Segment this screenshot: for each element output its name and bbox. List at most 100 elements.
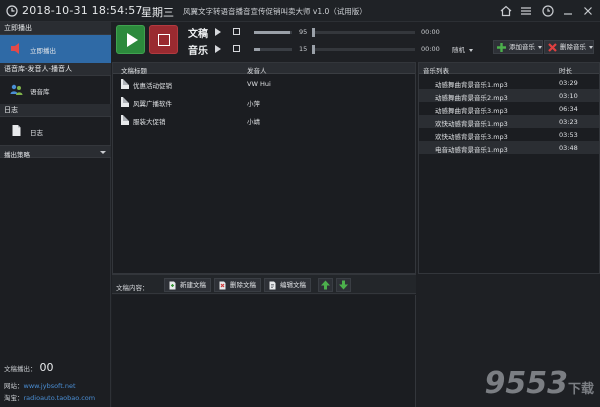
- document-icon: [121, 115, 129, 125]
- speaker-icon: [11, 43, 19, 54]
- script-play-icon[interactable]: [215, 28, 221, 36]
- music-progress-bar[interactable]: [312, 45, 415, 54]
- stop-all-button[interactable]: [149, 25, 178, 54]
- music-duration: 03:29: [559, 79, 578, 87]
- counter-label: 文稿播出：: [4, 365, 37, 373]
- clock-icon: [6, 5, 18, 17]
- main-area: 文稿 95 00:00 音乐 15 00:00 随机 添加音乐 删除音乐 文稿标…: [112, 22, 600, 407]
- sidebar-item-log[interactable]: 日志: [0, 117, 111, 145]
- delete-music-button[interactable]: 删除音乐: [544, 40, 594, 54]
- delete-script-label: 删除文稿: [230, 281, 256, 289]
- music-row[interactable]: 电音动感背景音乐1.mp3 03:48: [419, 141, 599, 154]
- script-progress-bar[interactable]: [312, 28, 415, 37]
- music-list: 音乐列表 时长 动感舞曲背景音乐1.mp3 03:29 动感舞曲背景音乐2.mp…: [418, 62, 600, 274]
- script-row[interactable]: 服装大促销 小靖: [113, 112, 415, 129]
- move-up-button[interactable]: [318, 278, 333, 292]
- music-name: 动感舞曲背景音乐2.mp3: [435, 94, 508, 102]
- document-icon: [121, 79, 129, 89]
- document-icon: [12, 125, 21, 136]
- strategy-select-value: 播出策略: [4, 151, 30, 159]
- music-row[interactable]: 动感舞曲背景音乐3.mp3 06:34: [419, 102, 599, 115]
- add-music-button[interactable]: 添加音乐: [493, 40, 543, 54]
- music-duration: 03:23: [559, 118, 578, 126]
- website-label: 网站：: [4, 382, 24, 390]
- chevron-down-icon: [589, 45, 593, 49]
- script-progress-knob[interactable]: [312, 28, 315, 37]
- script-content-editor[interactable]: [112, 295, 416, 407]
- sidebar-item-library[interactable]: 语音库: [0, 76, 111, 104]
- taobao-label: 淘宝：: [4, 394, 24, 402]
- broadcast-strategy-select[interactable]: 播出策略: [0, 145, 111, 159]
- column-header-duration[interactable]: 时长: [559, 65, 572, 75]
- music-row[interactable]: 欢快动感背景音乐3.mp3 03:53: [419, 128, 599, 141]
- minimize-icon[interactable]: [559, 2, 577, 20]
- script-title: 服装大促销: [133, 118, 166, 126]
- chevron-down-icon: [469, 48, 473, 52]
- music-progress-knob[interactable]: [312, 45, 315, 54]
- script-speaker: VW Hui: [247, 80, 271, 88]
- edit-document-icon: [269, 281, 276, 290]
- column-header-title[interactable]: 文稿标题: [121, 65, 147, 75]
- content-label: 文稿内容：: [116, 284, 149, 292]
- script-channel-label: 文稿: [188, 29, 208, 40]
- script-speaker: 小萍: [247, 100, 260, 108]
- schedule-clock-icon[interactable]: [539, 2, 557, 20]
- script-title: 风翼广播软件: [133, 100, 172, 108]
- site-watermark: 9553下载: [484, 366, 594, 401]
- taobao-link[interactable]: radioauto.taobao.com: [24, 394, 96, 402]
- counter-value: 00: [39, 361, 54, 374]
- music-volume-fill: [254, 48, 260, 51]
- close-icon[interactable]: [579, 2, 597, 20]
- music-volume-value: 15: [299, 45, 308, 53]
- column-header-speaker[interactable]: 发音人: [247, 65, 267, 75]
- music-play-icon[interactable]: [215, 45, 221, 53]
- move-down-button[interactable]: [336, 278, 351, 292]
- script-stop-icon[interactable]: [233, 28, 240, 35]
- play-mode-value: 随机: [452, 46, 465, 54]
- script-row[interactable]: 风翼广播软件 小萍: [113, 94, 415, 111]
- delete-document-icon: [219, 281, 226, 290]
- play-mode-select[interactable]: 随机: [452, 44, 473, 54]
- new-document-icon: [169, 281, 176, 290]
- delete-script-button[interactable]: 删除文稿: [214, 278, 261, 292]
- sidebar-item-label: 立即播出: [30, 47, 56, 55]
- music-name: 欢快动感背景音乐1.mp3: [435, 120, 508, 128]
- settings-icon[interactable]: [517, 2, 535, 20]
- current-datetime: 2018-10-31 18:54:57: [22, 4, 143, 17]
- sidebar-item-broadcast[interactable]: 立即播出: [0, 35, 111, 63]
- new-script-button[interactable]: 新建文稿: [164, 278, 211, 292]
- website-link[interactable]: www.jybsoft.net: [24, 382, 76, 390]
- music-duration: 03:10: [559, 92, 578, 100]
- edit-script-button[interactable]: 编辑文稿: [264, 278, 311, 292]
- plus-icon: [497, 43, 506, 52]
- script-row[interactable]: 优惠活动促销 VW Hui: [113, 76, 415, 93]
- script-volume-slider[interactable]: [254, 31, 292, 34]
- broadcast-counter: 文稿播出： 00: [4, 361, 54, 374]
- arrow-down-icon: [339, 280, 348, 290]
- music-row[interactable]: 欢快动感背景音乐1.mp3 03:23: [419, 115, 599, 128]
- script-content-toolbar: 文稿内容： 新建文稿 删除文稿 编辑文稿: [112, 274, 416, 294]
- watermark-text: 9553: [484, 366, 568, 401]
- music-row[interactable]: 动感舞曲背景音乐1.mp3 03:29: [419, 76, 599, 89]
- new-script-label: 新建文稿: [180, 281, 206, 289]
- music-stop-icon[interactable]: [233, 45, 240, 52]
- home-icon[interactable]: [497, 2, 515, 20]
- music-name: 电音动感背景音乐1.mp3: [435, 146, 508, 154]
- chevron-down-icon: [538, 45, 542, 49]
- music-volume-slider[interactable]: [254, 48, 292, 51]
- column-header-music[interactable]: 音乐列表: [423, 65, 449, 75]
- script-volume-fill: [254, 31, 291, 34]
- music-channel-label: 音乐: [188, 46, 208, 57]
- music-name: 欢快动感背景音乐3.mp3: [435, 133, 508, 141]
- app-title: 风翼文字转语音播音宣传促销叫卖大师 v1.0（试用版）: [183, 7, 367, 16]
- script-title: 优惠活动促销: [133, 82, 172, 90]
- script-time: 00:00: [421, 28, 440, 36]
- sidebar-item-label: 日志: [30, 129, 43, 137]
- document-icon: [121, 97, 129, 107]
- taobao-line: 淘宝：radioauto.taobao.com: [4, 392, 95, 402]
- play-all-button[interactable]: [116, 25, 145, 54]
- arrow-up-icon: [321, 280, 330, 290]
- script-speaker: 小靖: [247, 118, 260, 126]
- music-row[interactable]: 动感舞曲背景音乐2.mp3 03:10: [419, 89, 599, 102]
- script-list-header: 文稿标题 发音人: [113, 63, 415, 75]
